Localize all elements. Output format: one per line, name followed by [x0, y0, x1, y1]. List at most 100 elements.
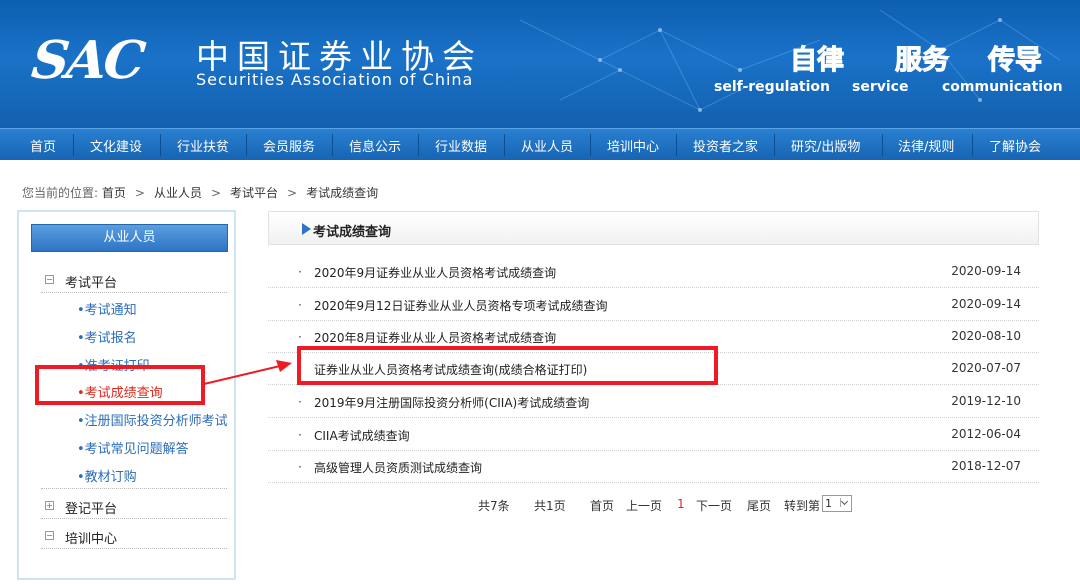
breadcrumb-home[interactable]: 首页 [102, 186, 126, 200]
list-item-date: 2012-06-04 [951, 427, 1021, 441]
nav-divider [246, 134, 247, 156]
nav-divider [972, 134, 973, 156]
breadcrumb-separator: > [210, 186, 222, 200]
sidebar-item-exam-notice[interactable]: •考试通知 [77, 299, 137, 318]
list-bullet: · [298, 298, 302, 312]
pager-jump-label: 转到第 [784, 499, 821, 513]
list-item-date: 2020-08-10 [951, 329, 1021, 343]
breadcrumb: 您当前的位置: 首页 > 从业人员 > 考试平台 > 考试成绩查询 [22, 184, 378, 201]
list-item-title[interactable]: 2020年9月12日证券业从业人员资格专项考试成绩查询 [314, 297, 607, 314]
pager-first-link[interactable]: 首页 [590, 497, 614, 514]
list-item[interactable]: · CIIA考试成绩查询 2012-06-04 [268, 418, 1039, 451]
breadcrumb-exam-platform[interactable]: 考试平台 [230, 186, 278, 200]
list-item-title[interactable]: CIIA考试成绩查询 [314, 427, 410, 444]
sidebar-item-textbook-order[interactable]: •教材订购 [77, 466, 137, 485]
collapse-icon[interactable]: − [45, 275, 54, 284]
nav-item-training-center[interactable]: 培训中心 [607, 136, 659, 155]
list-bullet: · [298, 330, 302, 344]
nav-divider [73, 134, 74, 156]
nav-item-industry-data[interactable]: 行业数据 [435, 136, 487, 155]
nav-item-member-services[interactable]: 会员服务 [263, 136, 315, 155]
nav-divider [882, 134, 883, 156]
collapse-icon[interactable]: − [45, 531, 54, 540]
list-bullet: · [298, 265, 302, 279]
chevron-down-icon [840, 498, 849, 507]
page-select-value: 1 [825, 497, 832, 510]
pager-next-link[interactable]: 下一页 [696, 497, 732, 514]
nav-divider [332, 134, 333, 156]
sidebar-group-training-center[interactable]: − 培训中心 [45, 528, 118, 547]
nav-divider [504, 134, 505, 156]
slogan-service: 服务 [895, 45, 950, 77]
sidebar-title: 从业人员 [31, 224, 228, 252]
nav-item-culture[interactable]: 文化建设 [90, 136, 142, 155]
list-item-title[interactable]: 高级管理人员资质测试成绩查询 [314, 459, 482, 476]
sidebar-group-registration-platform[interactable]: + 登记平台 [45, 498, 118, 517]
expand-icon[interactable]: + [45, 501, 54, 510]
sac-logo[interactable]: SAC [29, 30, 146, 91]
sidebar-group-label: 登记平台 [65, 502, 118, 517]
highlight-box-row [297, 346, 718, 385]
sidebar-group-label: 考试平台 [65, 276, 118, 291]
nav-divider [676, 134, 677, 156]
nav-item-investor-home[interactable]: 投资者之家 [693, 136, 758, 155]
breadcrumb-current: 考试成绩查询 [306, 186, 379, 200]
divider [41, 488, 227, 489]
triangle-bullet-icon [302, 223, 311, 235]
pager-total: 共7条 [478, 499, 510, 513]
nav-item-laws[interactable]: 法律/规则 [898, 136, 954, 155]
sidebar-group-label: 培训中心 [65, 532, 118, 547]
list-item[interactable]: · 2020年9月证券业从业人员资格考试成绩查询 2020-09-14 [268, 255, 1039, 288]
main-nav: 首页 文化建设 行业扶贫 会员服务 信息公示 行业数据 从业人员 培训中心 投资… [0, 128, 1080, 160]
list-item-date: 2020-07-07 [951, 361, 1021, 375]
nav-item-home[interactable]: 首页 [30, 136, 56, 155]
nav-item-disclosure[interactable]: 信息公示 [349, 136, 401, 155]
sidebar-item-ciia-exam[interactable]: •注册国际投资分析师考试 [77, 410, 228, 429]
list-bullet: · [298, 395, 302, 409]
nav-divider [590, 134, 591, 156]
list-item-date: 2020-09-14 [951, 264, 1021, 278]
list-item-date: 2020-09-14 [951, 297, 1021, 311]
divider [41, 548, 227, 549]
pager-current-page: 1 [677, 497, 685, 511]
nav-item-research[interactable]: 研究/出版物 [791, 136, 860, 155]
list-item[interactable]: · 2020年9月12日证券业从业人员资格专项考试成绩查询 2020-09-14 [268, 288, 1039, 321]
nav-divider [160, 134, 161, 156]
breadcrumb-separator: > [134, 186, 145, 200]
divider [41, 292, 227, 293]
sidebar-item-faq[interactable]: •考试常见问题解答 [77, 438, 189, 457]
nav-item-practitioners[interactable]: 从业人员 [521, 136, 573, 155]
sidebar-item-exam-registration[interactable]: •考试报名 [77, 327, 137, 346]
list-item-title[interactable]: 2019年9月注册国际投资分析师(CIIA)考试成绩查询 [314, 394, 589, 411]
pager-prev-link[interactable]: 上一页 [626, 497, 662, 514]
org-name-english: Securities Association of China [196, 70, 474, 89]
list-bullet: · [298, 460, 302, 474]
nav-divider [418, 134, 419, 156]
list-item-date: 2019-12-10 [951, 394, 1021, 408]
breadcrumb-separator: > [287, 186, 298, 200]
page-select[interactable]: 1 [822, 495, 852, 512]
list-item-date: 2018-12-07 [951, 459, 1021, 473]
breadcrumb-lead: 您当前的位置: [22, 186, 99, 200]
slogan-self-regulation-en: self-regulation [714, 79, 830, 95]
content-title: 考试成绩查询 [313, 225, 392, 240]
nav-divider [774, 134, 775, 156]
slogan-service-en: service [852, 79, 909, 95]
list-bullet: · [298, 428, 302, 442]
content-title-bar: 考试成绩查询 [268, 211, 1039, 245]
pager-pages: 共1页 [534, 499, 566, 513]
list-item[interactable]: · 高级管理人员资质测试成绩查询 2018-12-07 [268, 450, 1039, 483]
list-item-title[interactable]: 2020年8月证券业从业人员资格考试成绩查询 [314, 329, 556, 346]
site-header: SAC 中国证券业协会 Securities Association of Ch… [0, 0, 1080, 128]
divider [41, 518, 227, 519]
sidebar-group-exam-platform[interactable]: − 考试平台 [45, 272, 118, 291]
nav-item-poverty-relief[interactable]: 行业扶贫 [177, 136, 229, 155]
slogan-communication: 传导 [988, 45, 1043, 77]
slogan-self-regulation: 自律 [790, 45, 845, 77]
pager-last-link[interactable]: 尾页 [747, 497, 771, 514]
list-item[interactable]: · 2019年9月注册国际投资分析师(CIIA)考试成绩查询 2019-12-1… [268, 385, 1039, 418]
nav-item-about[interactable]: 了解协会 [989, 136, 1041, 155]
slogan-communication-en: communication [942, 79, 1063, 95]
list-item-title[interactable]: 2020年9月证券业从业人员资格考试成绩查询 [314, 264, 556, 281]
breadcrumb-practitioners[interactable]: 从业人员 [154, 186, 202, 200]
